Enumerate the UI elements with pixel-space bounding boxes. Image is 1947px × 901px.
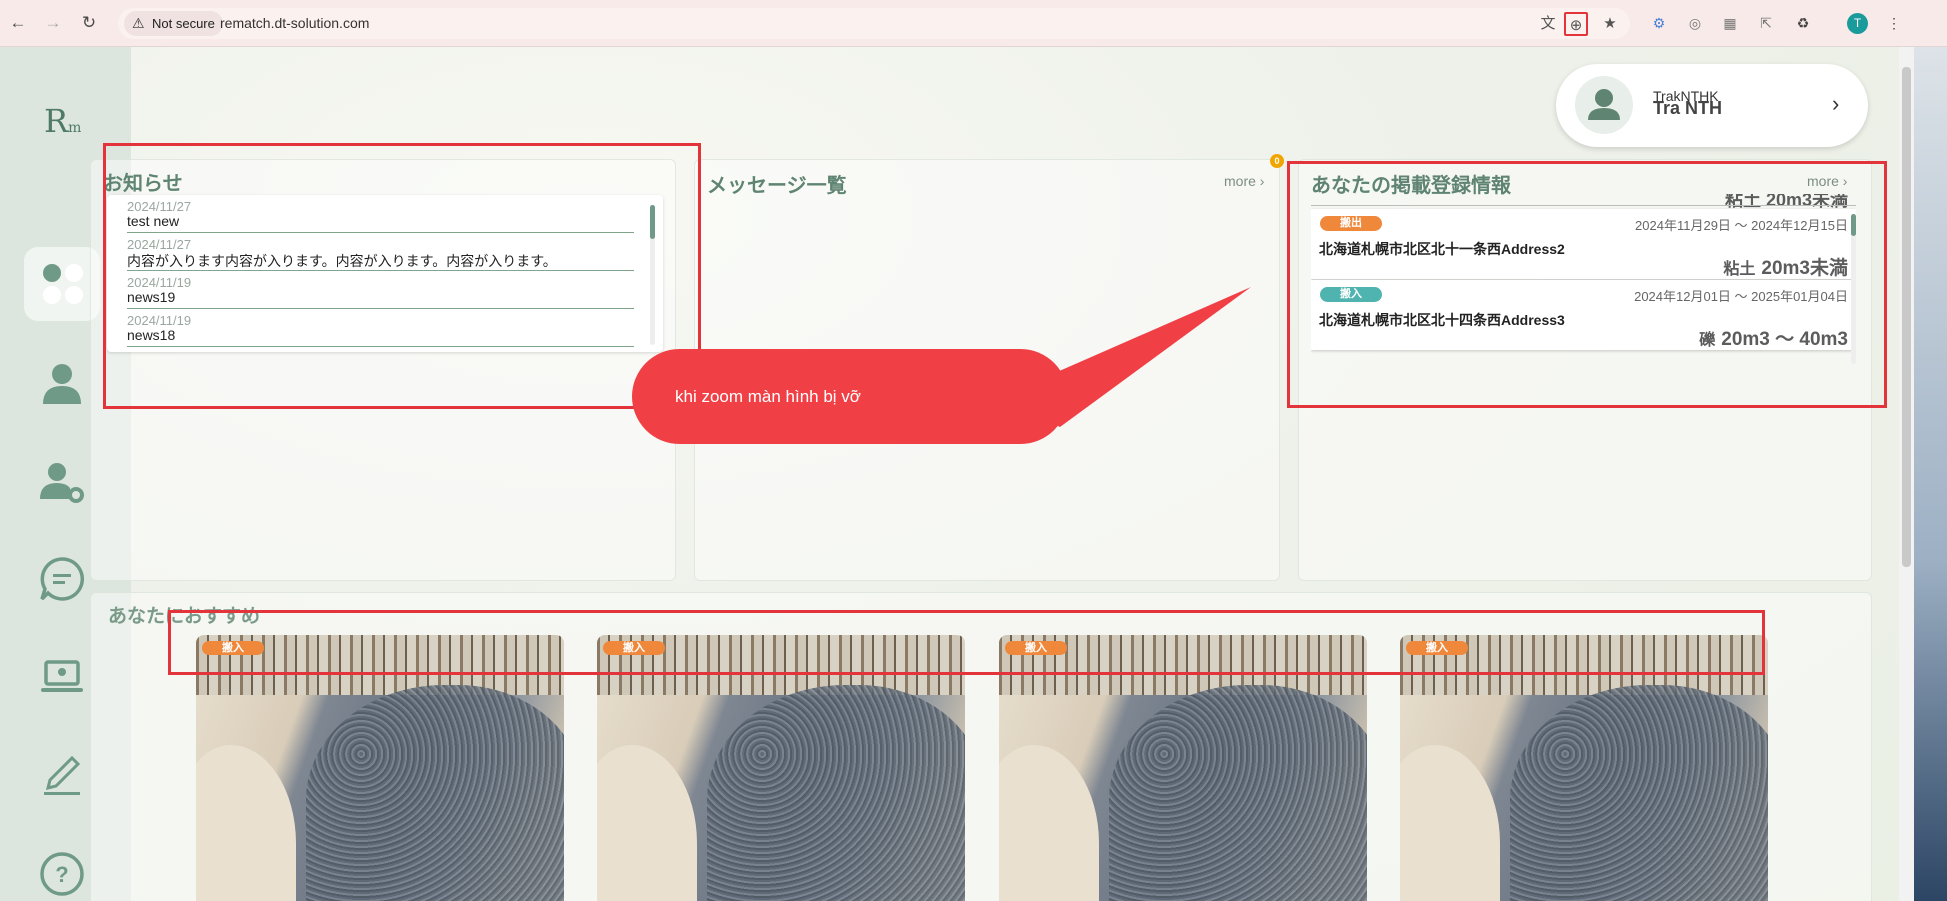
annotation-box-recommended: [168, 610, 1765, 675]
app-logo[interactable]: Rm: [44, 102, 81, 140]
forward-icon[interactable]: →: [41, 11, 65, 35]
menu-kebab-icon[interactable]: ⋮: [1883, 12, 1905, 34]
desktop-edge: [1899, 47, 1947, 901]
avatar-person-icon: [1588, 89, 1620, 120]
translate-extension-icon[interactable]: ⚙: [1648, 12, 1670, 34]
more-label: more: [1224, 173, 1256, 189]
user-pill[interactable]: TrakNTHK Tra NTH ›: [1556, 64, 1868, 147]
user-icon[interactable]: [38, 359, 86, 407]
browser-toolbar: ← → ↻ ⚠ Not secure rematch.dt-solution.c…: [0, 0, 1947, 47]
reload-icon[interactable]: ↻: [77, 11, 101, 35]
messages-more-link[interactable]: more ›: [1224, 173, 1264, 189]
chat-icon[interactable]: [38, 555, 86, 603]
user-avatar: [1575, 76, 1633, 134]
zoom-icon[interactable]: ⊕: [1564, 12, 1588, 36]
back-icon[interactable]: ←: [6, 11, 30, 35]
translate-icon[interactable]: 文: [1536, 12, 1560, 36]
address-bar[interactable]: ⚠ Not secure rematch.dt-solution.com 文 ⊕…: [118, 8, 1630, 39]
chevron-right-icon[interactable]: ›: [1832, 91, 1839, 117]
user-settings-icon[interactable]: [38, 457, 86, 505]
security-chip[interactable]: ⚠ Not secure: [124, 11, 223, 36]
profile-avatar[interactable]: T: [1847, 13, 1868, 34]
compass-extension-icon[interactable]: ◎: [1684, 12, 1706, 34]
unread-count-badge: 0: [1270, 154, 1284, 168]
laptop-icon[interactable]: [38, 652, 86, 700]
messages-title: メッセージ一覧: [707, 175, 847, 197]
svg-text:?: ?: [55, 862, 68, 887]
bookmark-star-icon[interactable]: ★: [1598, 12, 1622, 36]
chevron-right-icon: ›: [1259, 173, 1265, 189]
user-name: Tra NTH: [1653, 98, 1723, 118]
annotation-box-listings: [1287, 161, 1887, 408]
calendar-extension-icon[interactable]: ▦: [1719, 12, 1741, 34]
security-label: Not secure: [152, 16, 215, 31]
page-scrollbar[interactable]: [1899, 47, 1914, 901]
scrollbar-thumb[interactable]: [1902, 67, 1911, 567]
page-viewport: Rm ? TrakNTHK Tra NTH › お知らせ 2024/11/27 …: [0, 47, 1947, 901]
url-text[interactable]: rematch.dt-solution.com: [220, 8, 369, 39]
screenshot-extension-icon[interactable]: ⇱: [1755, 12, 1777, 34]
dashboard-icon[interactable]: [39, 260, 87, 308]
annotation-box-news: [103, 143, 701, 409]
annotation-callout-text: khi zoom màn hình bị vỡ: [675, 387, 861, 406]
extensions-puzzle-icon[interactable]: ♻: [1792, 12, 1814, 34]
warning-icon: ⚠: [132, 15, 145, 31]
help-icon[interactable]: ?: [38, 850, 86, 898]
edit-pen-icon[interactable]: [38, 750, 86, 798]
